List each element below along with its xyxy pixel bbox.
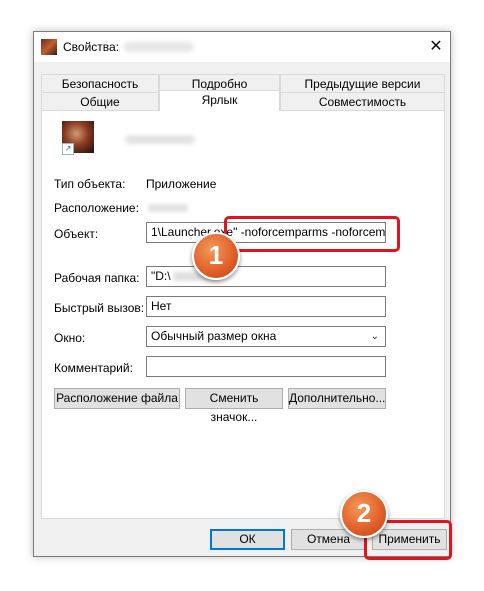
- chevron-down-icon[interactable]: ⌄: [371, 327, 379, 346]
- window-mode-select[interactable]: Обычный размер окна ⌄: [146, 326, 386, 347]
- advanced-button[interactable]: Дополнительно...: [288, 388, 386, 409]
- workdir-field[interactable]: "D:\: [146, 266, 386, 287]
- tab-shortcut[interactable]: Ярлык: [159, 90, 280, 111]
- tab-previous-versions[interactable]: Предыдущие версии: [280, 74, 445, 92]
- tab-security[interactable]: Безопасность: [41, 74, 159, 92]
- target-label: Объект:: [54, 227, 99, 241]
- change-icon-button[interactable]: Сменить значок...: [185, 388, 283, 424]
- ok-button[interactable]: ОК: [210, 529, 285, 550]
- open-file-location-button[interactable]: Расположение файла: [54, 388, 180, 409]
- step-marker-2: 2: [340, 490, 388, 538]
- comment-field[interactable]: [146, 356, 386, 377]
- title-bar[interactable]: Свойства: ✕: [34, 32, 450, 62]
- window-title: Свойства:: [63, 40, 120, 54]
- type-label: Тип объекта:: [54, 177, 126, 191]
- type-value: Приложение: [146, 177, 217, 191]
- title-redacted: [124, 42, 194, 52]
- comment-label: Комментарий:: [54, 361, 133, 375]
- location-label: Расположение:: [54, 201, 139, 215]
- shortcut-arrow-icon: ↗: [62, 143, 74, 155]
- step-marker-1: 1: [192, 232, 240, 280]
- target-args-highlight: [224, 216, 400, 252]
- hotkey-label: Быстрый вызов:: [54, 301, 145, 315]
- workdir-value: "D:\: [151, 269, 171, 283]
- location-value-redacted: [148, 204, 188, 212]
- app-icon: [41, 39, 57, 55]
- shortcut-name-redacted: [125, 135, 195, 144]
- tab-general[interactable]: Общие: [41, 92, 159, 110]
- shortcut-panel: ↗ Тип объекта: Приложение Расположение: …: [41, 110, 445, 519]
- hotkey-value: Нет: [151, 299, 172, 313]
- hotkey-field[interactable]: Нет: [146, 296, 386, 317]
- workdir-label: Рабочая папка:: [54, 271, 140, 285]
- window-mode-label: Окно:: [54, 331, 86, 345]
- properties-dialog: Свойства: ✕ Безопасность Подробно Предыд…: [33, 31, 451, 557]
- tab-compatibility[interactable]: Совместимость: [280, 92, 445, 110]
- close-icon[interactable]: ✕: [422, 32, 450, 62]
- window-mode-value: Обычный размер окна: [151, 329, 277, 343]
